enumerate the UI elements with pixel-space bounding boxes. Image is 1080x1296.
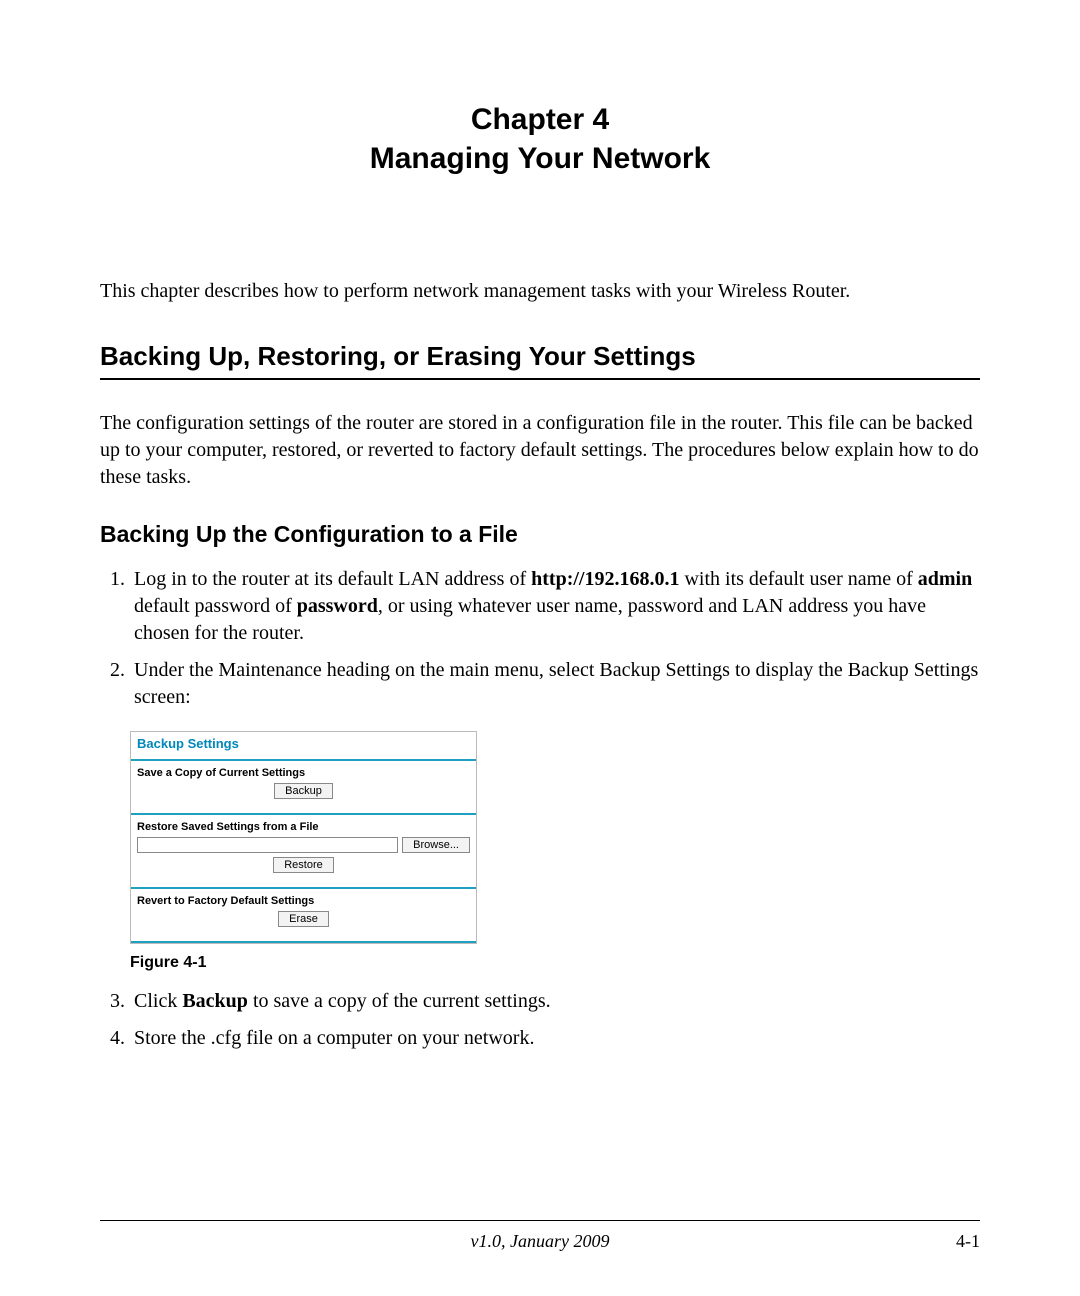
step-list-continued: Click Backup to save a copy of the curre… xyxy=(100,988,980,1052)
page-number: 4-1 xyxy=(956,1231,980,1252)
restore-label: Restore Saved Settings from a File xyxy=(137,821,470,833)
chapter-number: Chapter 4 xyxy=(100,100,980,139)
figure-screenshot: Backup Settings Save a Copy of Current S… xyxy=(130,731,980,944)
revert-section: Revert to Factory Default Settings Erase xyxy=(131,889,476,935)
file-path-input[interactable] xyxy=(137,837,398,853)
step-1: Log in to the router at its default LAN … xyxy=(130,566,980,647)
browse-button[interactable]: Browse... xyxy=(402,837,470,853)
revert-label: Revert to Factory Default Settings xyxy=(137,895,470,907)
step-3: Click Backup to save a copy of the curre… xyxy=(130,988,980,1015)
chapter-name: Managing Your Network xyxy=(100,139,980,178)
save-label: Save a Copy of Current Settings xyxy=(137,767,470,779)
divider xyxy=(131,941,476,943)
restore-section: Restore Saved Settings from a File Brows… xyxy=(131,815,476,881)
intro-paragraph: This chapter describes how to perform ne… xyxy=(100,278,980,305)
footer-version: v1.0, January 2009 xyxy=(471,1231,610,1251)
panel-title: Backup Settings xyxy=(131,732,476,753)
section-paragraph: The configuration settings of the router… xyxy=(100,410,980,491)
chapter-title: Chapter 4 Managing Your Network xyxy=(100,100,980,178)
subsection-heading: Backing Up the Configuration to a File xyxy=(100,521,980,548)
section-heading: Backing Up, Restoring, or Erasing Your S… xyxy=(100,341,980,380)
step-list: Log in to the router at its default LAN … xyxy=(100,566,980,711)
step-4: Store the .cfg file on a computer on you… xyxy=(130,1025,980,1052)
save-section: Save a Copy of Current Settings Backup xyxy=(131,761,476,807)
page-footer: v1.0, January 2009 4-1 xyxy=(100,1220,980,1252)
erase-button[interactable]: Erase xyxy=(278,911,329,927)
backup-settings-panel: Backup Settings Save a Copy of Current S… xyxy=(130,731,477,944)
figure-caption: Figure 4-1 xyxy=(130,954,980,972)
restore-button[interactable]: Restore xyxy=(273,857,334,873)
backup-button[interactable]: Backup xyxy=(274,783,333,799)
document-page: Chapter 4 Managing Your Network This cha… xyxy=(0,0,1080,1296)
step-2: Under the Maintenance heading on the mai… xyxy=(130,657,980,711)
